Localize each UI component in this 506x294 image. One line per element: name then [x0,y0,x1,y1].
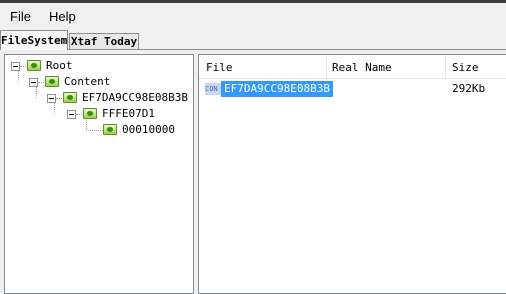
tree-node-content[interactable]: Content [5,75,190,89]
header-divider [199,78,506,79]
tree-node-label: 00010000 [122,123,175,136]
tree-node-label: Content [64,75,111,88]
tree-node-subfolder[interactable]: FFFE07D1 [5,107,190,121]
tree-node-label: EF7DA9CC98E08B3B [82,91,188,104]
con-file-icon: CON [205,83,221,95]
column-separator[interactable] [326,56,327,78]
file-name-cell[interactable]: EF7DA9CC98E08B3B [221,81,333,97]
tree-node-title-id[interactable]: EF7DA9CC98E08B3B [5,91,190,105]
tab-content-border [0,49,506,50]
tab-filesystem[interactable]: FileSystem [0,30,68,50]
menu-file[interactable]: File [10,9,31,24]
tree-node-label: Root [46,59,73,72]
folder-tree[interactable]: Root Content EF7DA9CC98E08B3B FFFE07D1 0… [4,54,194,294]
collapse-icon[interactable] [11,62,20,71]
column-header-file[interactable]: File [206,56,324,78]
column-header-real-name[interactable]: Real Name [332,56,442,78]
folder-icon [45,76,59,87]
folder-icon [103,124,117,135]
size-cell: 292Kb [452,82,486,95]
column-separator[interactable] [445,56,446,78]
table-row[interactable]: CON EF7DA9CC98E08B3B 292Kb [199,81,506,97]
collapse-icon[interactable] [67,110,76,119]
menu-bar: File Help [0,3,506,28]
tab-strip: FileSystem Xtaf Today [0,28,506,50]
collapse-icon[interactable] [47,94,56,103]
folder-icon [83,108,97,119]
tree-node-root[interactable]: Root [5,59,190,73]
tree-node-label: FFFE07D1 [102,107,155,120]
menu-help[interactable]: Help [49,9,76,24]
column-header-size[interactable]: Size [452,56,506,78]
tree-node-file-folder[interactable]: 00010000 [5,123,190,137]
collapse-icon[interactable] [29,78,38,87]
tab-xtaf-today[interactable]: Xtaf Today [69,33,139,50]
file-list[interactable]: File Real Name Size CON EF7DA9CC98E08B3B… [198,54,506,294]
folder-icon [63,92,77,103]
folder-icon [27,60,41,71]
